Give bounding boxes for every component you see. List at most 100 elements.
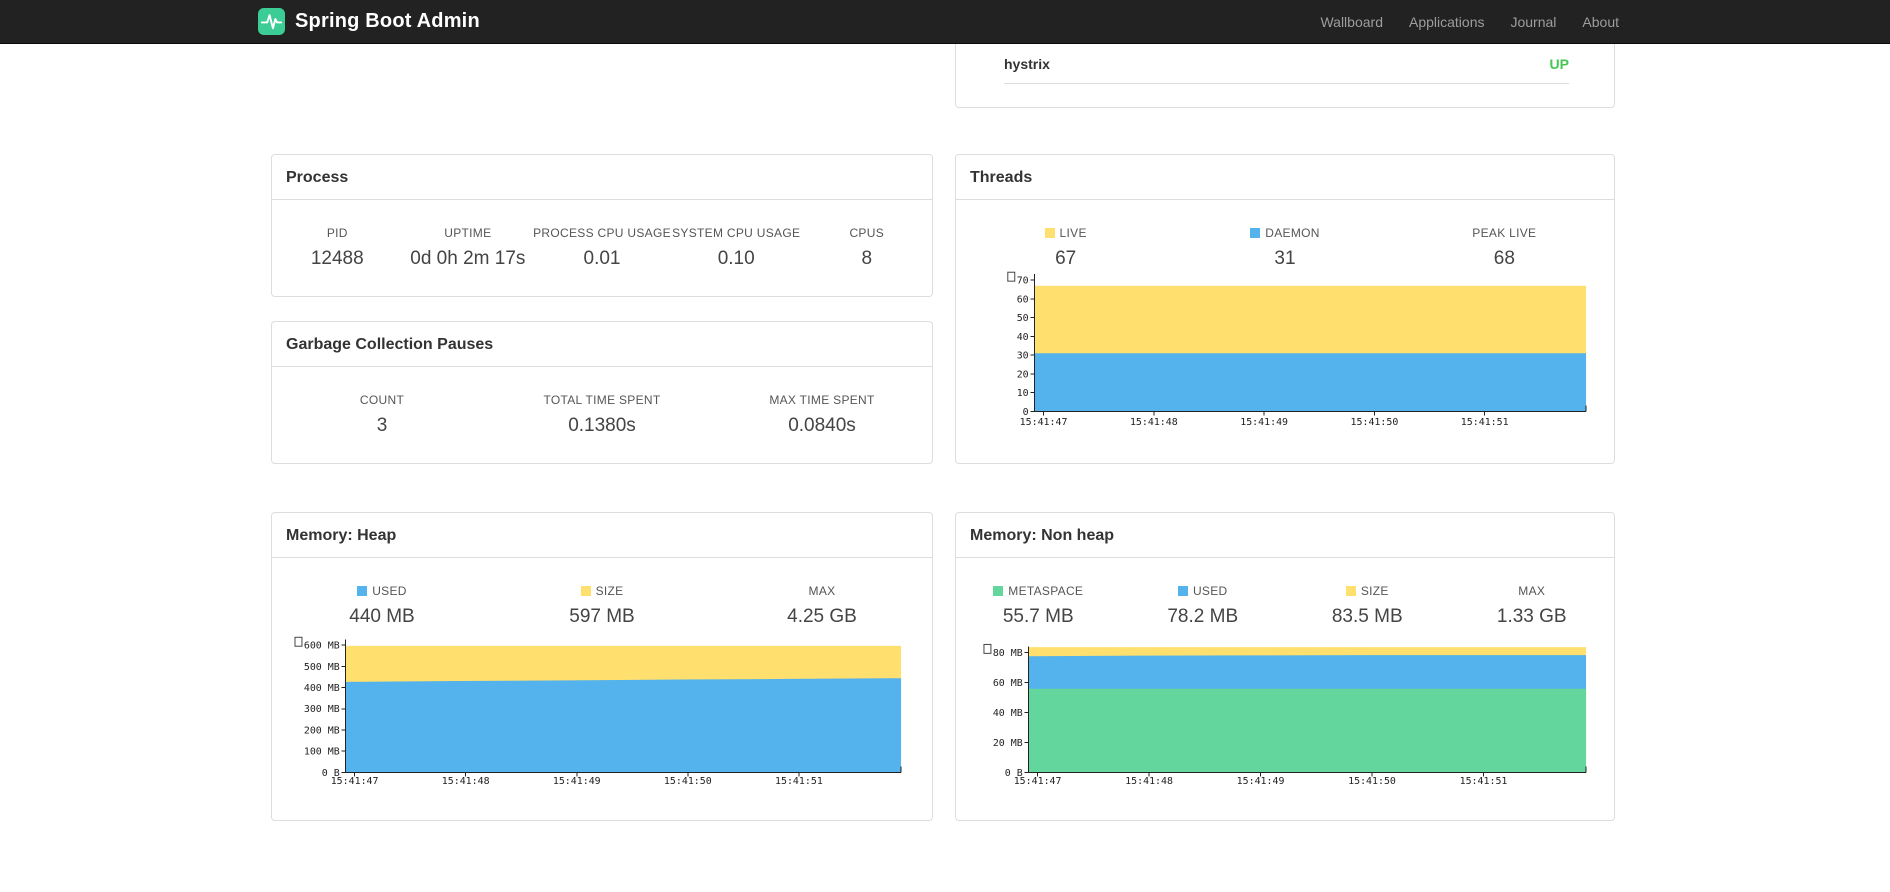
svg-text:100 MB: 100 MB	[304, 747, 340, 758]
stat-value: 55.7 MB	[1002, 606, 1074, 627]
stat-value: 12488	[310, 248, 364, 269]
stat-threads-live: LIVE 67	[956, 226, 1175, 270]
svg-text:30: 30	[1017, 351, 1029, 362]
stat-label: SIZE	[492, 584, 712, 598]
stat-heap-max: MAX 4.25 GB	[712, 584, 932, 628]
gc-panel-title: Garbage Collection Pauses	[272, 322, 932, 367]
stat-label: USED	[1121, 584, 1286, 598]
memory-heap-panel: Memory: Heap USED 440 MB SIZE 597 MB MAX…	[271, 512, 933, 821]
process-stats: PID 12488 UPTIME 0d 0h 2m 17s PROCESS CP…	[272, 200, 932, 270]
stat-value: 0d 0h 2m 17s	[410, 248, 526, 269]
stat-gc-count: COUNT 3	[272, 393, 492, 437]
stat-value: 0.10	[717, 248, 755, 269]
stat-nonheap-metaspace: METASPACE 55.7 MB	[956, 584, 1121, 628]
svg-text:0 B: 0 B	[322, 768, 340, 779]
svg-text:80 MB: 80 MB	[993, 648, 1023, 659]
stat-process-cpu-usage: PROCESS CPU USAGE 0.01	[533, 226, 671, 270]
metaspace-legend-swatch	[993, 586, 1004, 596]
stat-threads-daemon: DAEMON 31	[1175, 226, 1394, 270]
navbar-inner: Spring Boot Admin Wallboard Applications…	[258, 0, 1632, 43]
svg-text:15:41:47: 15:41:47	[1020, 417, 1068, 428]
stat-label: DAEMON	[1175, 226, 1394, 240]
stat-value: 0.0840s	[788, 415, 856, 436]
svg-text:15:41:49: 15:41:49	[1237, 776, 1285, 787]
spring-boot-admin-logo-icon	[258, 8, 285, 35]
application-name[interactable]: hystrix	[1004, 56, 1050, 72]
page: Spring Boot Admin Wallboard Applications…	[0, 0, 1890, 892]
size-legend-swatch	[1345, 586, 1356, 596]
stat-label: PROCESS CPU USAGE	[533, 226, 671, 240]
process-panel-title: Process	[272, 155, 932, 200]
svg-text:15:41:51: 15:41:51	[1460, 776, 1508, 787]
heap-legend: USED 440 MB SIZE 597 MB MAX 4.25 GB	[272, 558, 932, 628]
stat-value: 67	[1055, 248, 1077, 269]
brand[interactable]: Spring Boot Admin	[258, 8, 480, 35]
nav-about[interactable]: About	[1569, 0, 1632, 44]
svg-text:15:41:51: 15:41:51	[1461, 417, 1509, 428]
stat-label: TOTAL TIME SPENT	[543, 393, 661, 407]
stat-label: SYSTEM CPU USAGE	[672, 226, 801, 240]
application-row-hystrix[interactable]: hystrix UP	[1004, 44, 1569, 84]
svg-text:0: 0	[1023, 407, 1029, 418]
size-legend-swatch	[580, 586, 591, 596]
navbar-links: Wallboard Applications Journal About	[1307, 0, 1632, 44]
stat-pid: PID 12488	[272, 226, 403, 270]
svg-text:500 MB: 500 MB	[304, 662, 340, 673]
stat-value: 3	[376, 415, 388, 436]
stat-label: UPTIME	[444, 226, 492, 240]
used-legend-swatch	[1177, 586, 1188, 596]
nonheap-legend: METASPACE 55.7 MB USED 78.2 MB SIZE 83.5…	[956, 558, 1614, 628]
stat-value: 31	[1274, 248, 1296, 269]
stat-label: PID	[326, 226, 348, 240]
svg-text:0 B: 0 B	[1005, 768, 1023, 779]
svg-text:15:41:49: 15:41:49	[553, 776, 601, 787]
svg-text:70: 70	[1017, 276, 1029, 287]
svg-text:15:41:47: 15:41:47	[1014, 776, 1062, 787]
threads-panel-title: Threads	[956, 155, 1614, 200]
svg-text:20 MB: 20 MB	[993, 738, 1023, 749]
svg-text:15:41:50: 15:41:50	[664, 776, 712, 787]
nav-journal[interactable]: Journal	[1497, 0, 1569, 44]
brand-title: Spring Boot Admin	[295, 10, 480, 32]
nav-wallboard[interactable]: Wallboard	[1307, 0, 1396, 44]
heap-panel-title: Memory: Heap	[272, 513, 932, 558]
stat-value: 440 MB	[349, 606, 415, 627]
gc-stats: COUNT 3 TOTAL TIME SPENT 0.1380s MAX TIM…	[272, 367, 932, 437]
stat-value: 1.33 GB	[1496, 606, 1567, 627]
stat-value: 68	[1493, 248, 1515, 269]
svg-text:15:41:47: 15:41:47	[331, 776, 379, 787]
stat-value: 0.1380s	[568, 415, 636, 436]
stat-label: MAX TIME SPENT	[769, 393, 875, 407]
application-status-badge: UP	[1549, 55, 1569, 72]
svg-text:60 MB: 60 MB	[993, 678, 1023, 689]
stat-label: COUNT	[359, 393, 405, 407]
svg-text:20: 20	[1017, 369, 1029, 380]
svg-text:15:41:51: 15:41:51	[775, 776, 823, 787]
nav-applications[interactable]: Applications	[1396, 0, 1498, 44]
stat-value: 597 MB	[569, 606, 635, 627]
stat-gc-max-time: MAX TIME SPENT 0.0840s	[712, 393, 932, 437]
gc-pauses-panel: Garbage Collection Pauses COUNT 3 TOTAL …	[271, 321, 933, 464]
stat-label: PEAK LIVE	[1472, 226, 1537, 240]
svg-text:15:41:48: 15:41:48	[442, 776, 490, 787]
svg-text:15:41:49: 15:41:49	[1240, 417, 1288, 428]
stat-gc-total-time: TOTAL TIME SPENT 0.1380s	[492, 393, 712, 437]
svg-text:15:41:48: 15:41:48	[1130, 417, 1178, 428]
navbar: Spring Boot Admin Wallboard Applications…	[0, 0, 1890, 44]
stat-heap-used: USED 440 MB	[272, 584, 492, 628]
stat-value: 0.01	[583, 248, 621, 269]
svg-text:15:41:48: 15:41:48	[1125, 776, 1173, 787]
svg-text:60: 60	[1017, 294, 1029, 305]
applications-panel-partial: hystrix UP	[955, 44, 1615, 108]
stat-label: LIVE	[956, 226, 1175, 240]
process-panel: Process PID 12488 UPTIME 0d 0h 2m 17s PR…	[271, 154, 933, 297]
svg-text:50: 50	[1017, 313, 1029, 324]
stat-nonheap-max: MAX 1.33 GB	[1450, 584, 1615, 628]
stat-label: MAX	[808, 584, 836, 598]
svg-text:300 MB: 300 MB	[304, 704, 340, 715]
svg-text:15:41:50: 15:41:50	[1351, 417, 1399, 428]
nonheap-panel-title: Memory: Non heap	[956, 513, 1614, 558]
svg-text:15:41:50: 15:41:50	[1348, 776, 1396, 787]
stat-label: CPUS	[849, 226, 884, 240]
stat-value: 8	[861, 248, 873, 269]
